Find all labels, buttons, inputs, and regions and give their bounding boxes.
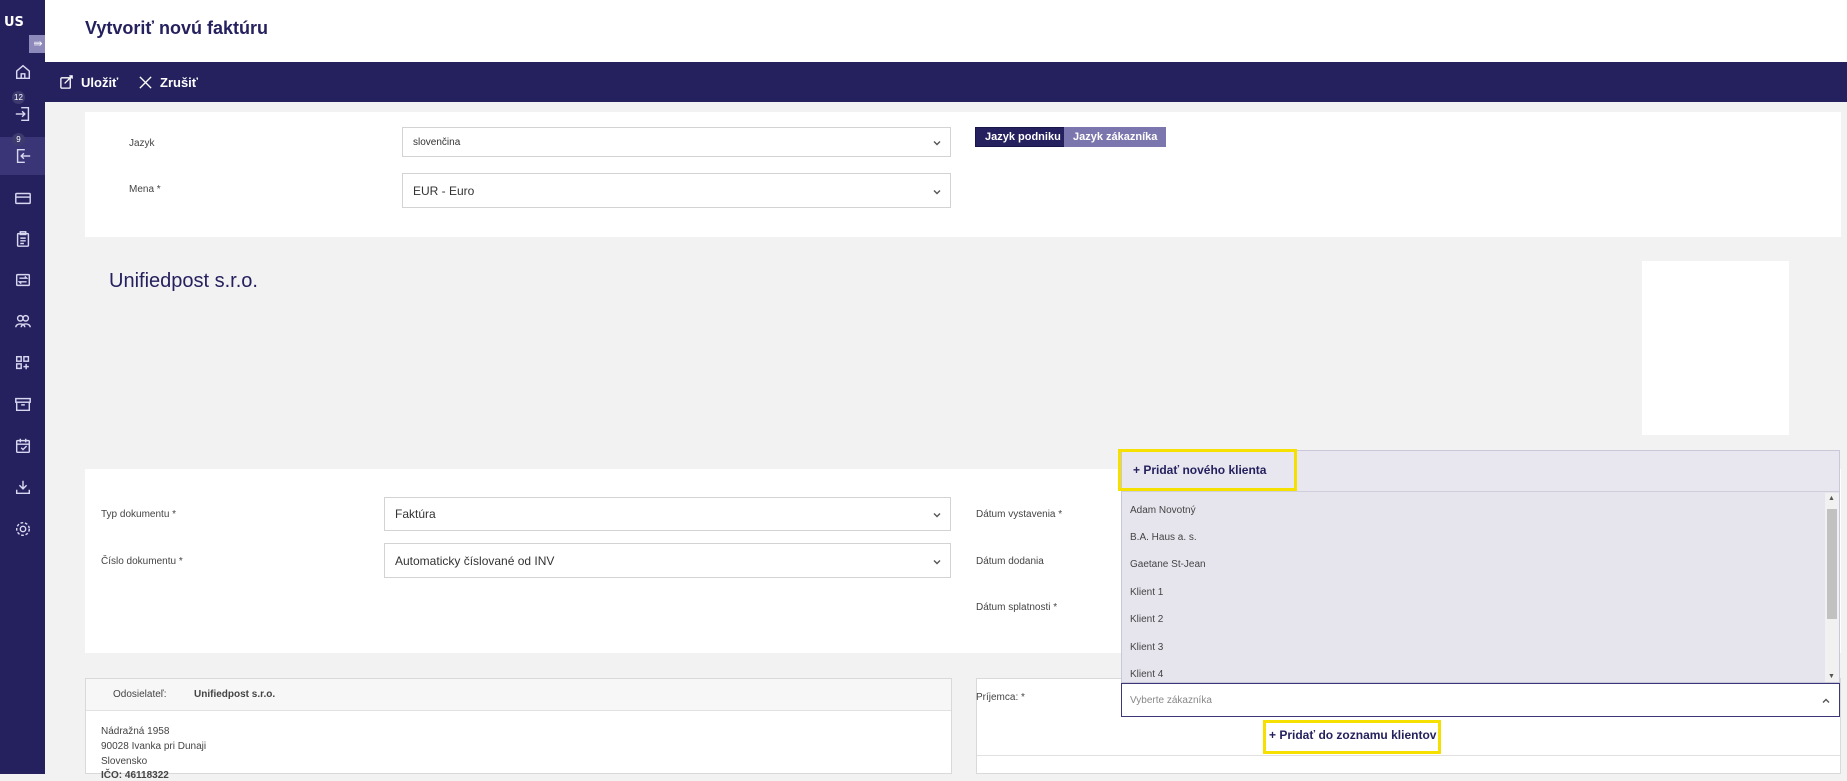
issue-date-label: Dátum vystavenia * [976, 509, 1063, 520]
sidebar-item-apps[interactable] [0, 345, 45, 381]
client-option[interactable]: Gaetane St-Jean [1130, 559, 1206, 570]
scroll-up-icon[interactable]: ▲ [1828, 495, 1835, 502]
incoming-badge: 12 [12, 91, 25, 104]
app-logo: US [4, 15, 24, 30]
doc-type-label: Typ dokumentu * [101, 509, 177, 520]
sender-label: Odosielateľ: [113, 689, 167, 700]
client-option[interactable]: Klient 1 [1130, 587, 1163, 598]
save-icon [60, 74, 73, 89]
calendar-icon [15, 438, 30, 454]
company-language-button[interactable]: Jazyk podniku [975, 127, 1071, 147]
sidebar-item-download[interactable] [0, 469, 45, 505]
outbox-icon [16, 148, 30, 164]
chevron-down-icon [932, 186, 942, 196]
sender-panel: Odosielateľ: Unifiedpost s.r.o. Nádražná… [85, 678, 952, 781]
doc-type-select[interactable]: Faktúra [384, 497, 951, 531]
language-select[interactable]: slovenčina [402, 127, 951, 157]
save-button[interactable]: Uložiť [59, 62, 118, 102]
sidebar-item-contacts[interactable] [0, 303, 45, 339]
add-to-client-list-label: + Pridať do zoznamu klientov [1269, 728, 1437, 742]
sidebar-item-payments[interactable] [0, 180, 45, 216]
recipient-placeholder: Vyberte zákazníka [1130, 694, 1212, 706]
gear-icon [15, 521, 30, 537]
add-new-client-label: + Pridať nového klienta [1133, 463, 1267, 477]
client-option[interactable]: Klient 3 [1130, 642, 1163, 653]
dropdown-scrollbar[interactable]: ▲ ▼ [1825, 493, 1839, 682]
clipboard-icon [16, 231, 29, 247]
currency-label: Mena * [129, 184, 161, 195]
cancel-button[interactable]: Zrušiť [138, 62, 198, 102]
sidebar-item-documents[interactable] [0, 221, 45, 257]
scroll-thumb[interactable] [1827, 509, 1837, 619]
download-icon [15, 480, 30, 495]
sidebar-item-home[interactable] [0, 54, 45, 90]
scroll-down-icon[interactable]: ▼ [1828, 673, 1835, 680]
sender-country: Slovensko [101, 756, 148, 767]
company-logo-placeholder[interactable] [1642, 261, 1789, 435]
client-option[interactable]: Adam Novotný [1130, 505, 1196, 516]
sender-name: Unifiedpost s.r.o. [194, 689, 276, 700]
currency-select[interactable]: EUR - Euro [402, 173, 951, 208]
chevron-up-icon [1821, 696, 1831, 709]
save-label: Uložiť [81, 74, 119, 90]
client-option[interactable]: B.A. Haus a. s. [1130, 532, 1197, 543]
recipient-select[interactable]: Vyberte zákazníka [1121, 683, 1840, 717]
card-icon [14, 192, 31, 205]
sidebar-item-transfers[interactable] [0, 262, 45, 298]
chevron-down-icon [932, 137, 942, 147]
cancel-label: Zrušiť [160, 74, 199, 90]
currency-value: EUR - Euro [413, 183, 475, 198]
page-title: Vytvoriť novú faktúru [85, 18, 268, 38]
language-value: slovenčina [413, 136, 461, 148]
sidebar-item-calendar[interactable] [0, 428, 45, 464]
users-icon [14, 314, 31, 328]
language-label: Jazyk [129, 138, 155, 149]
doc-number-value: Automaticky číslované od INV [395, 553, 555, 568]
sidebar-item-incoming[interactable]: 12 [0, 91, 45, 132]
delivery-date-label: Dátum dodania [976, 556, 1044, 567]
sender-ico: IČO: 46118322 [101, 770, 169, 781]
transfer-icon [15, 273, 30, 287]
doc-type-value: Faktúra [395, 507, 436, 521]
sender-street: Nádražná 1958 [101, 726, 170, 737]
toolbar: Uložiť Zrušiť [45, 62, 1847, 102]
client-option[interactable]: Klient 2 [1130, 614, 1163, 625]
sidebar-item-archive[interactable] [0, 386, 45, 422]
due-date-label: Dátum splatnosti * [976, 602, 1058, 613]
sidebar-item-outgoing[interactable]: 9 [0, 133, 45, 175]
inbox-icon [15, 106, 29, 122]
chevron-down-icon [932, 556, 942, 566]
recipient-label: Príjemca: * [976, 692, 1025, 703]
close-icon [139, 75, 152, 89]
company-name: Unifiedpost s.r.o. [109, 270, 258, 292]
customer-language-button[interactable]: Jazyk zákazníka [1064, 127, 1167, 147]
apps-icon [15, 355, 29, 370]
sender-city: 90028 Ivanka pri Dunaji [101, 741, 207, 752]
client-option[interactable]: Klient 4 [1130, 669, 1163, 680]
outgoing-badge: 9 [12, 133, 25, 146]
sidebar-item-settings[interactable] [0, 511, 45, 547]
archive-icon [14, 397, 31, 412]
page-header: Vytvoriť novú faktúru [45, 0, 1847, 62]
add-new-client-button[interactable]: + Pridať nového klienta [1118, 449, 1297, 491]
doc-number-label: Číslo dokumentu * [101, 556, 183, 567]
doc-number-select[interactable]: Automaticky číslované od INV [384, 543, 951, 578]
language-panel [85, 112, 1841, 237]
chevron-down-icon [932, 509, 942, 519]
add-to-client-list-button[interactable]: + Pridať do zoznamu klientov [1263, 720, 1441, 754]
home-icon [15, 64, 30, 80]
sidebar: US ⇛ 12 9 [0, 0, 47, 774]
